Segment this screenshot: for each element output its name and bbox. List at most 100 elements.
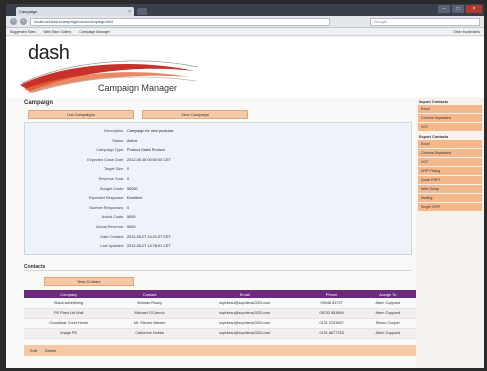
sidebar-item[interactable]: Comma Separated (418, 149, 482, 157)
bookmarks-bar: Suggested Sites Web Slice Gallery Campai… (6, 28, 484, 36)
detail-value: 2012-05-07 14:78:01 CET (127, 244, 171, 249)
detail-label: Expected Response: (88, 196, 124, 201)
bookmark-item[interactable]: Campaign Manager (79, 30, 110, 34)
sidebar-item[interactable]: Excel (418, 105, 482, 113)
table-header-row: Company Contact Email Phone Assign To (24, 290, 416, 298)
table-cell: Aben Cuppard (359, 328, 416, 339)
detail-row: Expected Close Date: 2012-05-15 00:00:00 … (25, 156, 413, 164)
table-cell: Michael O'Connor (113, 308, 186, 319)
detail-row: Number Responses: 0 (25, 204, 413, 212)
column-header[interactable]: Email (185, 290, 304, 298)
sidebar-item[interactable]: Mailing (418, 194, 482, 202)
other-bookmarks[interactable]: Other bookmarks (453, 30, 480, 34)
detail-value: 50000 (127, 186, 138, 191)
table-cell: sophieau@sophieus2020.com (185, 298, 304, 309)
detail-value: 5000 (127, 225, 136, 229)
table-cell: Crowdstar Court Home (24, 318, 114, 329)
detail-row: Date Created: 2012-05-07 14:21:07 CET (25, 233, 413, 241)
app-header: dash Campaign Manager (6, 37, 484, 97)
logo: dash (28, 42, 70, 64)
detail-value: 0 (127, 177, 130, 181)
detail-label: Budget Costs: (100, 186, 124, 191)
list-campaigns-button[interactable]: List Campaigns (28, 110, 134, 119)
column-header[interactable]: Company (24, 290, 114, 298)
close-icon[interactable]: × (128, 9, 131, 15)
column-header[interactable]: Phone (303, 290, 360, 298)
sidebar-heading: Export Contacts (419, 135, 449, 139)
search-input[interactable]: Google (370, 17, 480, 26)
detail-label: Last Updated: (100, 244, 124, 249)
detail-row: Actual Revenue: 5000 (25, 223, 413, 231)
delete-link[interactable]: Delete (45, 348, 57, 353)
detail-label: Number Responses: (89, 205, 124, 210)
sidebar-item[interactable]: VRP Pricing (418, 167, 482, 175)
address-bar: ‹ › localhost/dash/campaign/view/campaig… (6, 16, 484, 28)
back-arrow-icon[interactable]: ‹ (10, 18, 17, 25)
table-cell: sophieau@sophieus2020.com (185, 308, 304, 319)
table-cell: 0191 8677753 (303, 328, 360, 339)
column-header[interactable]: Assign To (359, 290, 416, 298)
table-cell: 08753 893664 (303, 308, 360, 319)
detail-value: Excellent (127, 196, 143, 201)
maximize-icon[interactable]: □ (452, 5, 464, 13)
detail-row: Description: Campaign for new products (25, 127, 413, 135)
main-content: Campaign List Campaigns View Campaign De… (6, 97, 416, 368)
bookmark-item[interactable]: Web Slice Gallery (44, 30, 72, 34)
table-row[interactable]: PE Plant Ltd Wall Michael O'Connor sophiea… (24, 308, 416, 319)
detail-row: Last Updated: 2012-05-07 14:78:01 CET (25, 242, 413, 250)
divider (24, 270, 412, 271)
detail-value: 0 (127, 205, 130, 210)
minimize-icon[interactable]: – (438, 5, 450, 13)
window-close-icon[interactable]: × (466, 5, 482, 13)
browser-tab-strip: Campaign × – □ × (6, 4, 484, 16)
sidebar-item[interactable]: Single VRPI (418, 203, 482, 211)
table-cell: Aben Cuppard (359, 298, 416, 309)
detail-value: 0 (127, 167, 130, 172)
detail-label: Revenue Goal: (98, 177, 124, 181)
sidebar-item[interactable]: Comma Separated (418, 114, 482, 122)
app-title: Campaign Manager (98, 83, 178, 93)
sidebar: Import Contacts Excel Comma Separated VCF Ex… (416, 97, 484, 368)
table-cell: 09048 83737 (303, 298, 360, 309)
detail-label: Date Created: (100, 234, 124, 239)
detail-value: Campaign for new products (127, 129, 174, 133)
detail-value: Active (127, 138, 138, 143)
campaign-details-panel: Description: Campaign for new products Sta… (24, 122, 412, 255)
detail-row: Target Size: 0 (25, 165, 413, 173)
column-header[interactable]: Contact (113, 290, 186, 298)
table-cell: Black advertising (24, 298, 114, 309)
sidebar-item[interactable]: Quick RSP1 (418, 176, 482, 184)
detail-row: Actual Costs: 5000 (25, 213, 413, 221)
table-row[interactable]: Crowdstar Court Home Mr. Steven Warren sop… (24, 318, 416, 329)
sidebar-item[interactable]: Web Group (418, 185, 482, 193)
screen: Campaign × – □ × ‹ › localhost/dash/camp… (6, 4, 484, 368)
sidebar-item[interactable]: VCF (418, 123, 482, 131)
forward-arrow-icon[interactable]: › (20, 18, 27, 25)
new-contact-button[interactable]: New Contact (44, 277, 134, 286)
detail-value: 2012-05-15 00:00:00 CET (127, 157, 171, 162)
sidebar-item[interactable]: Excel (418, 140, 482, 148)
table-cell: sophieau@sophieus2020.com (185, 318, 304, 329)
contacts-action-bar: Edit Delete (24, 345, 416, 356)
table-cell: Simon Cooper (359, 318, 416, 329)
detail-label: Description: (103, 129, 124, 133)
view-campaign-button[interactable]: View Campaign (142, 110, 248, 119)
detail-row: Expected Response: Excellent (25, 194, 413, 202)
table-row[interactable]: Black advertising Woman Rosey sophieau@sop… (24, 298, 416, 309)
edit-link[interactable]: Edit (30, 348, 37, 353)
browser-tab[interactable]: Campaign × (16, 7, 134, 16)
sidebar-item[interactable]: VCF (418, 158, 482, 166)
bookmark-item[interactable]: Suggested Sites (10, 30, 36, 34)
contacts-table: Company Contact Email Phone Assign To Bl… (24, 290, 416, 339)
detail-row: Campaign Type: Product Sales Product (25, 146, 413, 154)
detail-label: Actual Costs: (101, 215, 124, 220)
table-cell: 0131 2243897 (303, 318, 360, 329)
detail-row: Status: Active (25, 137, 413, 145)
detail-label: Expected Close Date: (87, 157, 124, 162)
new-tab-button[interactable] (137, 8, 147, 15)
table-cell: Image PE (24, 328, 114, 339)
url-input[interactable]: localhost/dash/campaign/view/campaign/id… (30, 17, 330, 26)
detail-label: Campaign Type: (96, 148, 124, 153)
table-row[interactable]: Image PE Catherine Hobes sophieau@sophieus… (24, 328, 416, 339)
table-cell: sophieau@sophieus2020.com (185, 328, 304, 339)
